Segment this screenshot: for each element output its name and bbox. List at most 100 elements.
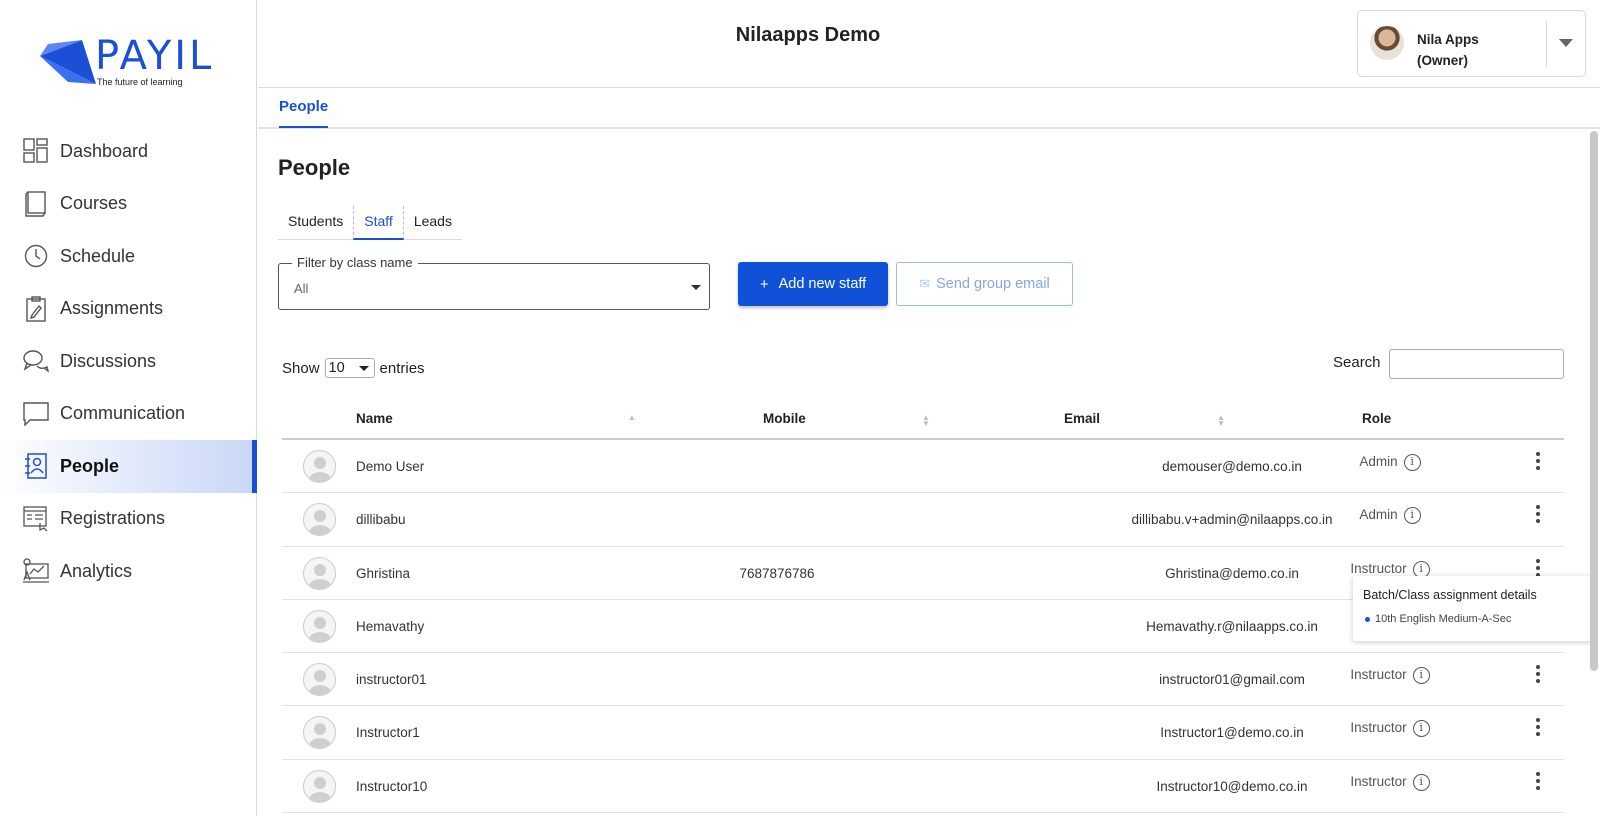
info-icon[interactable]: i	[1412, 773, 1430, 791]
role-label: Instructor	[1350, 720, 1407, 736]
dashboard-icon	[22, 137, 50, 165]
table-row: Instructor10 Instructor10@demo.co.in Ins…	[282, 760, 1564, 814]
tab-leads[interactable]: Leads	[404, 206, 462, 240]
sidebar-item-registrations[interactable]: Registrations	[0, 493, 257, 546]
add-staff-button[interactable]: + Add new staff	[738, 262, 888, 306]
filter-label: Filter by class name	[292, 255, 418, 270]
avatar	[303, 450, 336, 483]
entries-value: 10	[328, 360, 345, 376]
caret-down-icon	[691, 285, 701, 290]
cell-role: Instructor i	[1320, 720, 1460, 738]
plus-icon: +	[759, 275, 769, 293]
sidebar-item-label: Assignments	[60, 298, 164, 319]
more-options-icon[interactable]	[1534, 718, 1542, 740]
cell-name: Instructor10	[356, 778, 428, 794]
sidebar-item-label: Dashboard	[60, 140, 149, 161]
avatar	[303, 769, 336, 803]
entries-label: entries	[379, 359, 425, 377]
tab-people[interactable]: People	[279, 98, 329, 128]
cell-name: Ghristina	[356, 565, 411, 581]
role-label: Admin	[1359, 454, 1398, 470]
page-header-title: Nilaapps Demo	[735, 24, 881, 46]
info-icon[interactable]: i	[1412, 667, 1430, 685]
vertical-scrollbar[interactable]	[1590, 131, 1598, 671]
cell-name: instructor01	[356, 672, 427, 688]
analytics-icon	[22, 557, 50, 585]
role-label: Instructor	[1350, 667, 1407, 683]
info-icon[interactable]: i	[1412, 720, 1430, 738]
divider	[1546, 21, 1547, 67]
clipboard-icon	[22, 295, 50, 323]
table-row: Instructor1 Instructor1@demo.co.in Instr…	[282, 706, 1564, 760]
role-label: Instructor	[1350, 773, 1407, 789]
sidebar-item-analytics[interactable]: Analytics	[0, 545, 257, 598]
sidebar-item-discussions[interactable]: Discussions	[0, 335, 257, 388]
column-header-role: Role	[1362, 411, 1392, 426]
sidebar-item-label: Communication	[60, 403, 186, 424]
column-header-name[interactable]: Name	[356, 411, 393, 426]
user-role: (Owner)	[1417, 53, 1469, 68]
tab-students[interactable]: Students	[278, 206, 353, 240]
clock-icon	[22, 242, 50, 270]
user-menu[interactable]: Nila Apps (Owner)	[1357, 10, 1586, 77]
logo-tagline: The future of learning	[97, 77, 183, 87]
add-staff-label: Add new staff	[778, 276, 867, 292]
column-header-email[interactable]: Email	[1064, 411, 1100, 426]
logo-wordmark: PAYIL	[95, 33, 215, 79]
popover-title: Batch/Class assignment details	[1363, 588, 1537, 602]
avatar	[303, 503, 336, 537]
send-email-label: Send group email	[936, 276, 1050, 292]
class-filter-select[interactable]: Filter by class name All	[278, 255, 710, 310]
avatar	[303, 716, 336, 750]
logo-mark-icon	[40, 40, 96, 84]
payil-logo[interactable]: PAYIL The future of learning	[38, 34, 218, 88]
cell-role: Instructor i	[1320, 667, 1460, 685]
table-header: Name ▲ Mobile ▲ ▼ Email ▲ ▼ Role	[282, 401, 1564, 440]
mail-icon: ✉	[919, 276, 931, 291]
sidebar-item-label: Analytics	[60, 560, 133, 581]
top-header: Nilaapps Demo Nila Apps (Owner)	[258, 0, 1600, 88]
user-name: Nila Apps	[1417, 32, 1479, 47]
chevron-down-icon[interactable]	[1559, 39, 1573, 47]
sidebar-item-schedule[interactable]: Schedule	[0, 230, 257, 283]
cell-role: Admin i	[1320, 507, 1460, 525]
sort-icon[interactable]: ▲ ▼	[922, 414, 930, 428]
sidebar-item-assignments[interactable]: Assignments	[0, 283, 257, 336]
sidebar-item-courses[interactable]: Courses	[0, 178, 257, 231]
cell-name: Instructor1	[356, 725, 420, 741]
caret-down-icon	[358, 366, 369, 371]
table-row: Demo User demouser@demo.co.in Admin i	[282, 440, 1564, 494]
filter-value: All	[294, 281, 309, 296]
info-icon[interactable]: i	[1403, 454, 1421, 471]
cell-name: dillibabu	[356, 512, 406, 528]
more-options-icon[interactable]	[1534, 665, 1542, 687]
table-row: instructor01 instructor01@gmail.com Inst…	[282, 653, 1564, 707]
cell-name: Hemavathy	[356, 618, 425, 634]
avatar	[303, 556, 336, 590]
more-options-icon[interactable]	[1534, 505, 1542, 527]
book-icon	[22, 190, 50, 218]
send-group-email-button[interactable]: ✉ Send group email	[896, 262, 1073, 306]
avatar	[1370, 26, 1404, 60]
column-header-mobile[interactable]: Mobile	[763, 411, 806, 426]
sort-asc-icon[interactable]: ▲	[628, 414, 636, 422]
registration-form-icon	[22, 505, 50, 533]
info-icon[interactable]: i	[1403, 507, 1421, 525]
tab-staff[interactable]: Staff	[353, 206, 404, 240]
search-input[interactable]	[1389, 349, 1564, 379]
role-label: Instructor	[1350, 560, 1407, 576]
more-options-icon[interactable]	[1534, 452, 1542, 474]
sort-icon[interactable]: ▲ ▼	[1217, 414, 1225, 428]
sidebar-item-communication[interactable]: Communication	[0, 388, 257, 441]
avatar	[303, 663, 336, 697]
popover-item: 10th English Medium-A-Sec	[1375, 613, 1512, 625]
sidebar-item-people[interactable]: People	[0, 440, 257, 493]
entries-select[interactable]: 10	[324, 358, 375, 378]
sidebar-item-label: People	[60, 455, 120, 476]
cell-name: Demo User	[356, 459, 425, 474]
page-length-control: Show 10 entries	[282, 358, 425, 378]
page-title: People	[278, 155, 351, 180]
sidebar-item-dashboard[interactable]: Dashboard	[0, 125, 257, 178]
sidebar-item-label: Registrations	[60, 508, 166, 529]
more-options-icon[interactable]	[1534, 771, 1542, 794]
